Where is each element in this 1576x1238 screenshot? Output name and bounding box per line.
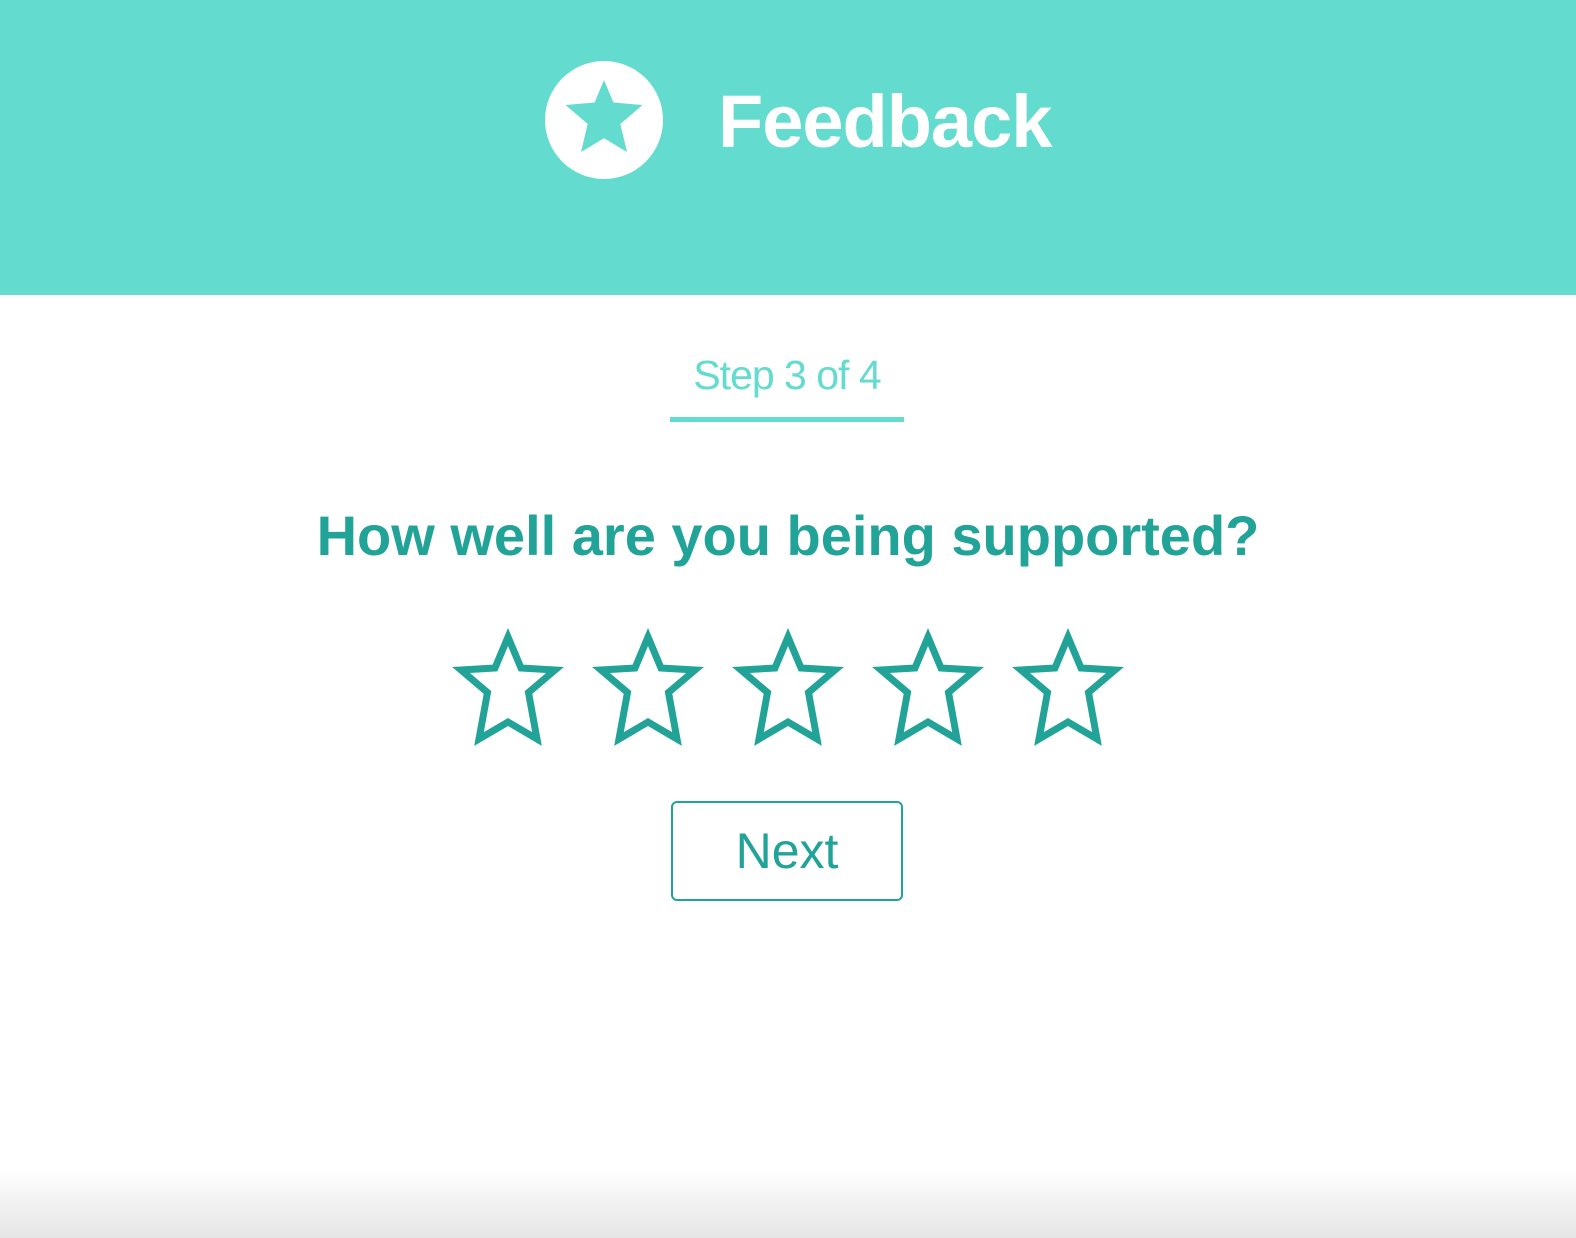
bottom-shade <box>0 1168 1576 1238</box>
rating-star-4[interactable] <box>860 623 996 753</box>
star-outline-icon <box>1012 627 1124 746</box>
star-outline-icon <box>452 627 564 746</box>
step-label: Step 3 of 4 <box>693 352 881 398</box>
star-outline-icon <box>872 627 984 746</box>
question-title: How well are you being supported? <box>316 504 1260 567</box>
logo-badge <box>545 61 663 179</box>
rating-star-1[interactable] <box>440 623 576 753</box>
star-outline-icon <box>592 627 704 746</box>
header-banner: Feedback <box>0 0 1576 295</box>
step-underline <box>670 417 904 422</box>
star-icon <box>565 80 643 152</box>
rating-star-5[interactable] <box>1000 623 1136 753</box>
star-rating <box>440 623 1136 753</box>
star-outline-icon <box>732 627 844 746</box>
rating-star-2[interactable] <box>580 623 716 753</box>
app-title: Feedback <box>718 80 1052 163</box>
rating-star-3[interactable] <box>720 623 856 753</box>
step-indicator: Step 3 of 4 <box>670 349 904 422</box>
next-button[interactable]: Next <box>671 801 903 901</box>
